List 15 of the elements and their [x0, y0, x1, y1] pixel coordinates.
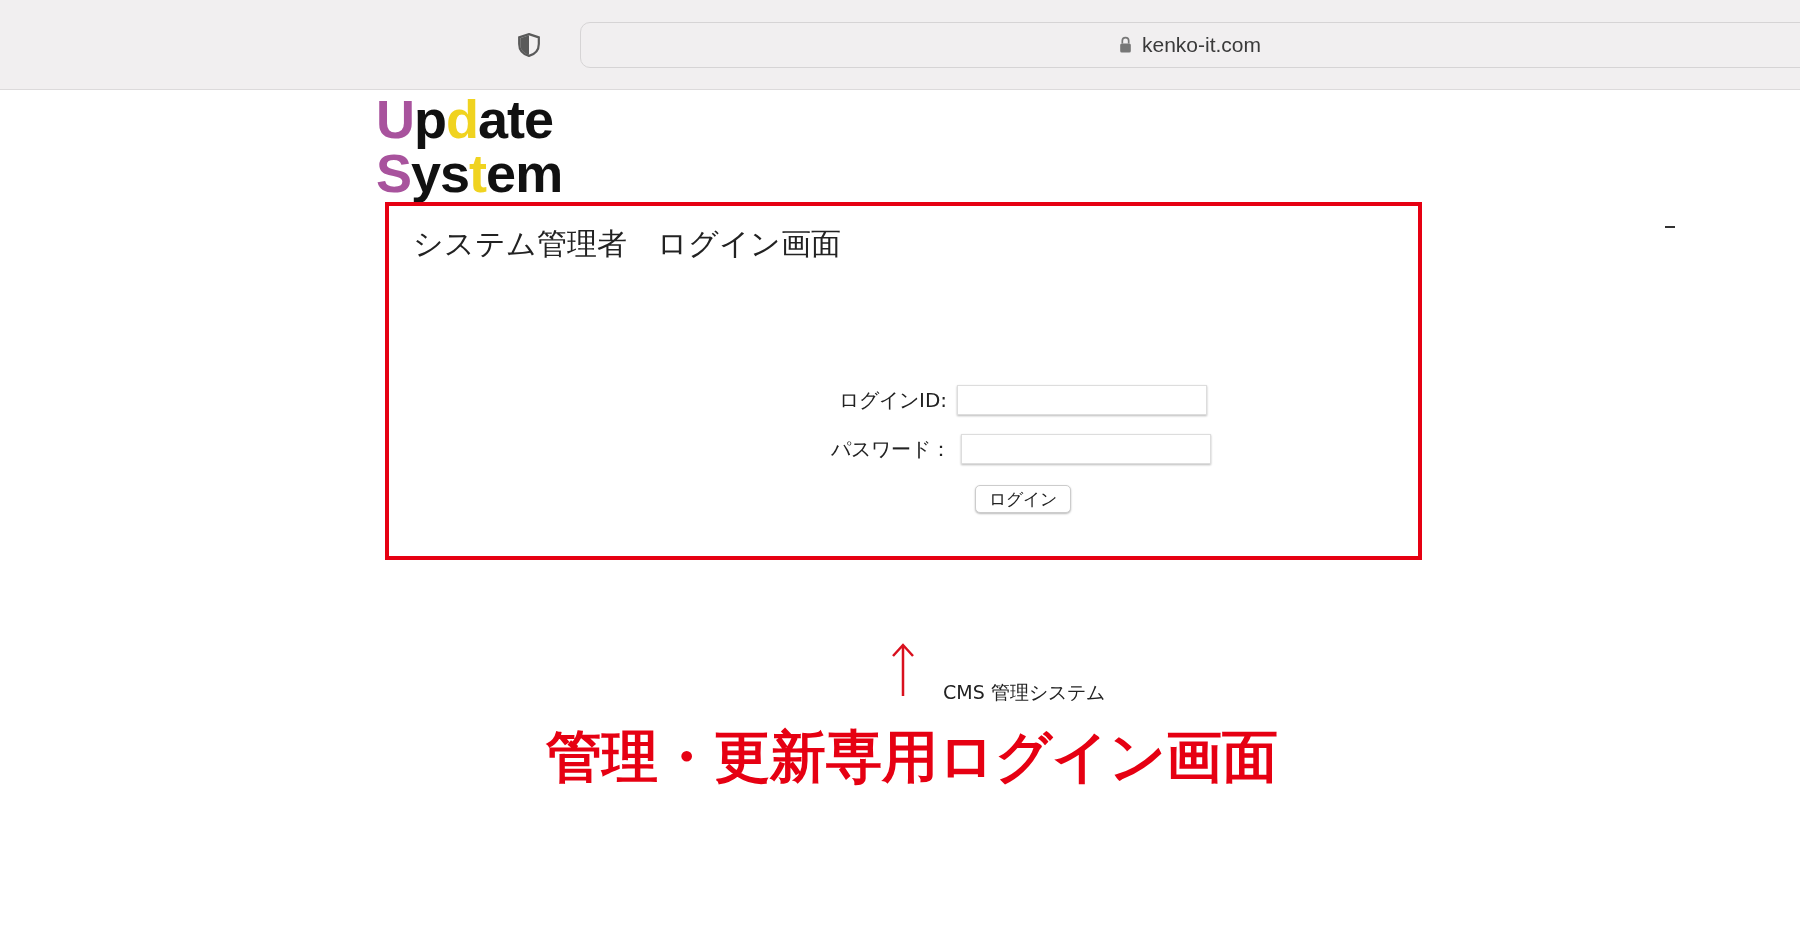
up-arrow	[891, 642, 915, 698]
lock-icon	[1118, 36, 1132, 53]
page-title: システム管理者 ログイン画面	[413, 225, 842, 263]
input-field[interactable]	[957, 385, 1208, 415]
field-label: ログインID:	[839, 386, 948, 414]
headline: 管理・更新専用ログイン画面	[546, 723, 1279, 791]
login-button[interactable]: ログイン	[975, 485, 1071, 513]
shield-icon[interactable]	[518, 32, 540, 57]
caption: CMS 管理システム	[943, 680, 1105, 705]
logo: Update System	[376, 92, 564, 200]
field-label: パスワード：	[831, 435, 951, 463]
address-field[interactable]: kenko-it.com	[580, 21, 1800, 68]
dash-mark	[1665, 226, 1675, 228]
url-text: kenko-it.com	[1141, 32, 1261, 57]
input-field[interactable]	[961, 434, 1211, 464]
